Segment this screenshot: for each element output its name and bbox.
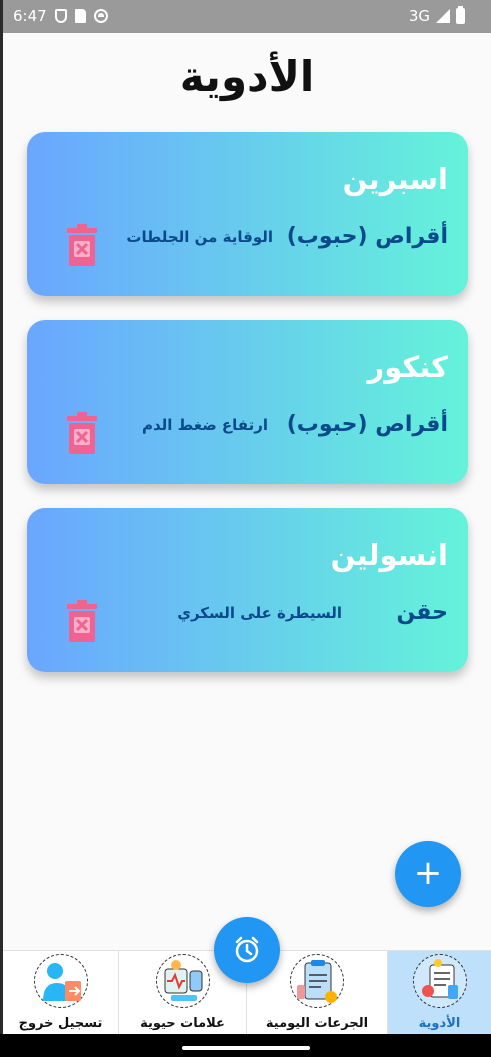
nav-label-medications: الأدوية: [418, 1016, 461, 1031]
medication-purpose: الوقاية من الجلطات: [126, 228, 273, 246]
app-screen: 6:47 3G الأدوية اسبرين أقراص (حبوب) الوق…: [3, 0, 491, 1057]
logout-icon: [33, 954, 88, 1008]
status-right: 3G: [408, 6, 465, 25]
trash-icon[interactable]: [67, 224, 97, 266]
network-type: 3G: [408, 7, 430, 25]
status-left: 6:47: [13, 7, 108, 25]
medication-form: حقن: [396, 600, 449, 625]
medication-purpose: السيطرة على السكري: [177, 604, 342, 622]
vital-signs-icon: [155, 954, 210, 1008]
medications-icon: [412, 954, 467, 1008]
sd-card-icon: [74, 9, 86, 23]
battery-icon: [456, 6, 465, 24]
medication-name: اسبرين: [342, 162, 448, 196]
nav-label-logout: تسجيل خروج: [18, 1016, 103, 1031]
nav-item-medications[interactable]: الأدوية: [388, 951, 491, 1035]
medication-card[interactable]: اسبرين أقراص (حبوب) الوقاية من الجلطات: [27, 132, 468, 296]
nav-label-vital-signs: علامات حيوية: [140, 1016, 225, 1031]
daily-doses-icon: [290, 954, 344, 1008]
medication-card[interactable]: انسولين حقن السيطرة على السكري: [27, 508, 468, 672]
home-indicator[interactable]: [182, 1046, 310, 1050]
nav-label-daily-doses: الجرعات اليومية: [265, 1016, 369, 1031]
medication-purpose: ارتفاع ضغط الدم: [142, 416, 268, 434]
medication-card[interactable]: كنكور أقراص (حبوب) ارتفاع ضغط الدم: [27, 320, 468, 484]
status-bar: 6:47 3G: [3, 0, 491, 33]
plus-icon: +: [413, 853, 443, 893]
medication-name: انسولين: [330, 538, 448, 572]
nav-item-logout[interactable]: تسجيل خروج: [3, 951, 119, 1035]
trash-icon[interactable]: [67, 412, 97, 454]
trash-icon[interactable]: [67, 600, 97, 642]
sync-icon: [93, 9, 108, 23]
medication-name: كنكور: [367, 350, 448, 384]
signal-icon: [436, 9, 450, 23]
status-time: 6:47: [13, 7, 47, 25]
page-title: الأدوية: [179, 52, 315, 101]
alarm-clock-icon: [235, 936, 259, 963]
alarm-button[interactable]: [214, 917, 280, 983]
medication-form: أقراص (حبوب): [286, 224, 448, 249]
medication-form: أقراص (حبوب): [286, 412, 448, 437]
shield-icon: [54, 9, 67, 23]
add-medication-button[interactable]: +: [395, 841, 461, 907]
